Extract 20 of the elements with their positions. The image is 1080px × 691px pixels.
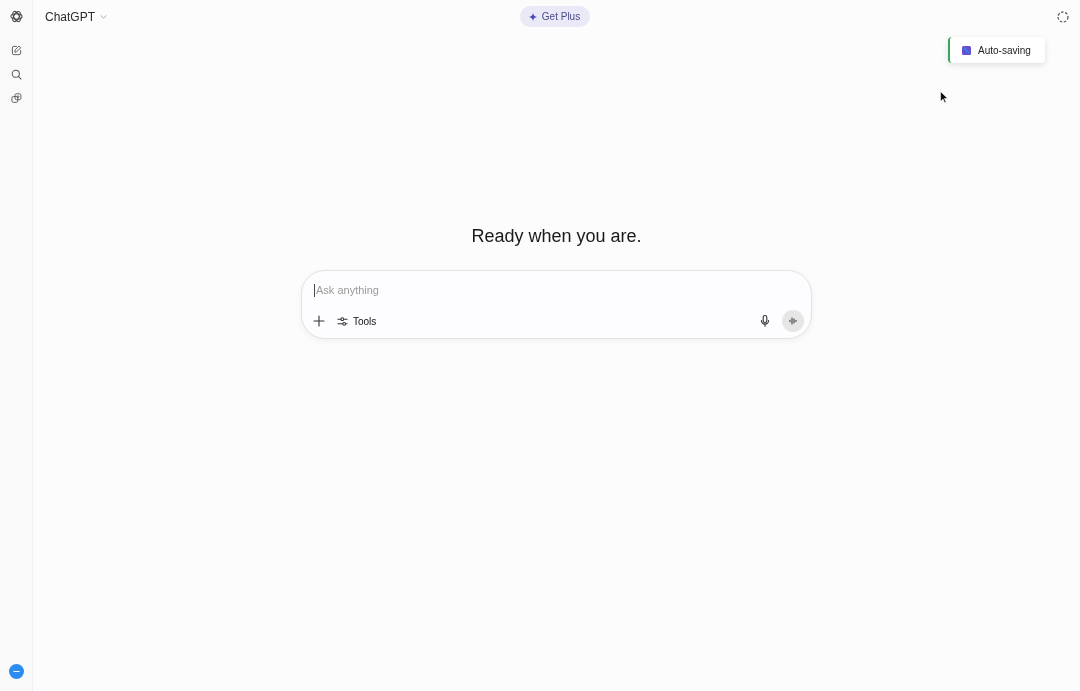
edit-icon[interactable] [10, 44, 22, 56]
mouse-pointer-icon [940, 91, 948, 103]
dashed-circle-icon[interactable] [1057, 10, 1069, 23]
tools-button[interactable]: Tools [335, 312, 381, 330]
minus-circle-icon[interactable] [8, 664, 24, 679]
stacked-squares-icon[interactable] [10, 92, 22, 104]
app-tile-icon [962, 45, 971, 55]
text-caret-icon [314, 283, 315, 297]
toast-notification: Auto-saving [948, 37, 1045, 63]
message-composer[interactable]: Ask anything Tools [301, 270, 812, 339]
chevron-down-icon [100, 15, 107, 19]
model-selector[interactable]: ChatGPT [39, 5, 113, 28]
get-plus-button[interactable]: Get Plus [519, 6, 591, 27]
page-heading: Ready when you are. [471, 225, 642, 248]
prompt-input[interactable]: Ask anything [315, 280, 804, 300]
search-icon[interactable] [10, 68, 22, 80]
waveform-icon[interactable] [782, 310, 804, 332]
logo-icon[interactable] [9, 9, 23, 23]
sliders-icon [337, 315, 348, 327]
sparkle-icon [528, 12, 537, 21]
